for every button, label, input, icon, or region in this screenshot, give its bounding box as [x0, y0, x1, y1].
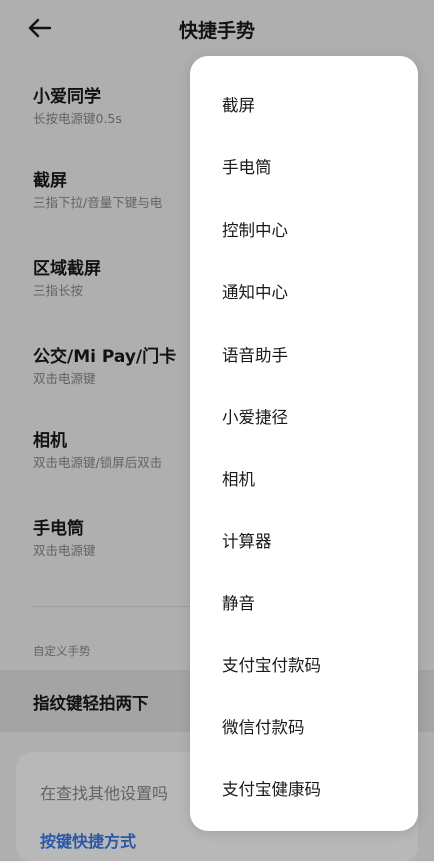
menu-item-xiaoai-shortcut[interactable]: 小爱捷径 — [222, 404, 288, 428]
menu-item-wechat-payment[interactable]: 微信付款码 — [222, 714, 305, 738]
menu-item-voice-assistant[interactable]: 语音助手 — [222, 342, 288, 366]
menu-item-calculator[interactable]: 计算器 — [222, 528, 272, 552]
menu-item-camera[interactable]: 相机 — [222, 466, 255, 490]
menu-item-alipay-health-code[interactable]: 支付宝健康码 — [222, 776, 321, 800]
menu-item-flashlight[interactable]: 手电筒 — [222, 154, 272, 178]
menu-item-mute[interactable]: 静音 — [222, 590, 255, 614]
menu-item-screenshot[interactable]: 截屏 — [222, 92, 255, 116]
menu-item-alipay-payment[interactable]: 支付宝付款码 — [222, 652, 321, 676]
menu-item-control-center[interactable]: 控制中心 — [222, 217, 288, 241]
action-menu: 截屏 手电筒 控制中心 通知中心 语音助手 小爱捷径 相机 计算器 静音 支付宝… — [190, 56, 418, 831]
menu-item-notification-center[interactable]: 通知中心 — [222, 279, 288, 303]
